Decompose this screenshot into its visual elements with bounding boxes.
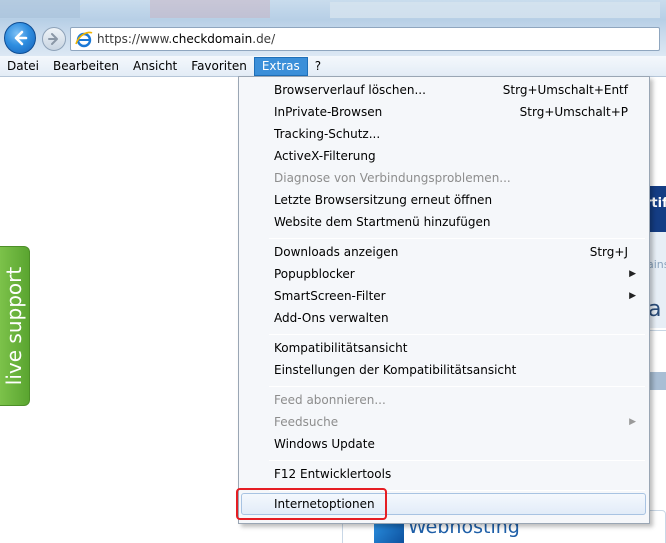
menu-bar: Datei Bearbeiten Ansicht Favoriten Extra… [0,56,666,77]
menu-favoriten[interactable]: Favoriten [184,57,254,76]
url-text: https://www.checkdomain.de/ [97,32,275,46]
blurred-title-area [150,0,270,18]
menu-item-label: Add-Ons verwalten [274,311,389,325]
forward-button[interactable] [42,27,66,51]
menu-item-label: Feed abonnieren... [274,393,386,407]
menu-item-shortcut: Strg+J [589,245,628,259]
menu-item-diagnose: Diagnose von Verbindungsproblemen... [240,167,648,189]
menu-item-inprivate-browsen[interactable]: InPrivate-Browsen Strg+Umschalt+P [240,101,648,123]
menu-item-feed-abonnieren: Feed abonnieren... [240,389,648,411]
menu-item-label: Kompatibilitätsansicht [274,341,408,355]
live-support-label: live support [2,266,27,386]
menu-item-shortcut: Strg+Umschalt+Entf [502,83,628,97]
arrow-right-icon [48,33,58,45]
url-domain: checkdomain [172,32,253,46]
blurred-title-area [330,2,660,18]
menu-datei[interactable]: Datei [0,57,46,76]
menu-bearbeiten[interactable]: Bearbeiten [46,57,126,76]
menu-item-label: Tracking-Schutz... [274,127,381,141]
menu-item-label: InPrivate-Browsen [274,105,383,119]
menu-item-label: SmartScreen-Filter [274,289,386,303]
arrow-left-icon [14,30,28,46]
menu-item-label: Einstellungen der Kompatibilitätsansicht [274,363,517,377]
menu-item-label: Diagnose von Verbindungsproblemen... [274,171,511,185]
menu-item-smartscreen-filter[interactable]: SmartScreen-Filter ▶ [240,285,648,307]
menu-item-windows-update[interactable]: Windows Update [240,433,648,455]
menu-separator [269,460,645,461]
menu-extras[interactable]: Extras [253,56,308,76]
menu-help[interactable]: ? [308,57,328,76]
menu-item-label: Feedsuche [274,415,339,429]
internet-explorer-icon [75,31,93,48]
menu-item-label: F12 Entwicklertools [274,467,392,481]
menu-item-feedsuche: Feedsuche ▶ [240,411,648,433]
url-suffix: .de/ [252,32,276,46]
url-prefix: https://www. [97,32,173,46]
submenu-arrow-icon: ▶ [629,417,636,427]
menu-item-kompatibilitaet-einstellungen[interactable]: Einstellungen der Kompatibilitätsansicht [240,359,648,381]
menu-ansicht[interactable]: Ansicht [126,57,184,76]
menu-item-letzte-sitzung[interactable]: Letzte Browsersitzung erneut öffnen [240,189,648,211]
annotation-highlight-box [236,488,387,520]
menu-item-startmenue-hinzufuegen[interactable]: Website dem Startmenü hinzufügen [240,211,648,233]
live-support-tab[interactable]: live support [0,246,30,406]
menu-item-label: Letzte Browsersitzung erneut öffnen [274,193,493,207]
menu-item-kompatibilitaetsansicht[interactable]: Kompatibilitätsansicht [240,337,648,359]
back-button[interactable] [4,22,36,54]
browser-chrome: https://www.checkdomain.de/ [0,0,666,56]
blurred-title-area [0,0,80,18]
submenu-arrow-icon: ▶ [629,291,636,301]
menu-separator [269,334,645,335]
menu-item-label: ActiveX-Filterung [274,149,376,163]
extras-dropdown-menu: Browserverlauf löschen... Strg+Umschalt+… [238,76,650,524]
menu-item-label: Popupblocker [274,267,355,281]
menu-item-shortcut: Strg+Umschalt+P [519,105,628,119]
menu-item-tracking-schutz[interactable]: Tracking-Schutz... [240,123,648,145]
menu-separator [269,238,645,239]
menu-item-f12-entwicklertools[interactable]: F12 Entwicklertools [240,463,648,485]
menu-separator [269,386,645,387]
menu-item-browserverlauf-loeschen[interactable]: Browserverlauf löschen... Strg+Umschalt+… [240,79,648,101]
submenu-arrow-icon: ▶ [629,269,636,279]
menu-item-popupblocker[interactable]: Popupblocker ▶ [240,263,648,285]
menu-item-label: Website dem Startmenü hinzufügen [274,215,491,229]
menu-item-label: Browserverlauf löschen... [274,83,426,97]
address-bar[interactable]: https://www.checkdomain.de/ [70,27,660,51]
menu-item-label: Windows Update [274,437,375,451]
menu-item-downloads-anzeigen[interactable]: Downloads anzeigen Strg+J [240,241,648,263]
menu-item-addons-verwalten[interactable]: Add-Ons verwalten [240,307,648,329]
menu-item-activex-filterung[interactable]: ActiveX-Filterung [240,145,648,167]
menu-item-label: Downloads anzeigen [274,245,399,259]
